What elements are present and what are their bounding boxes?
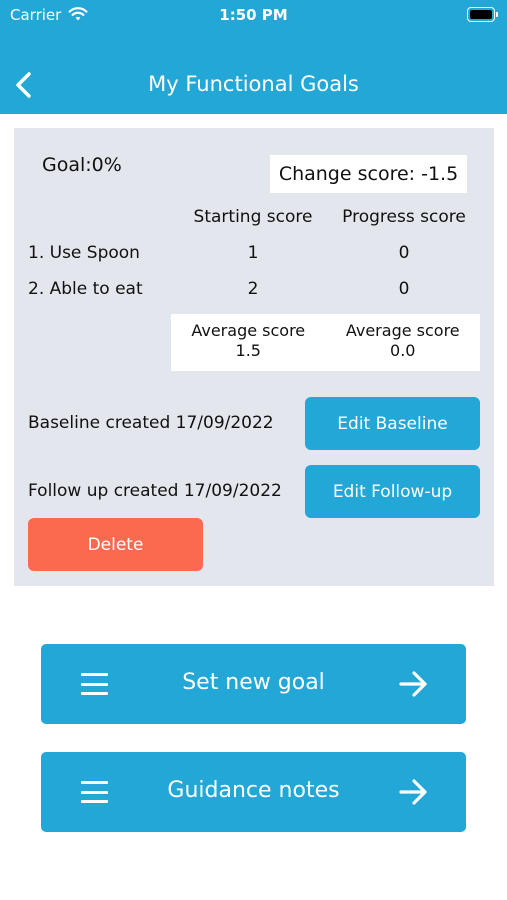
- goal-row-progress-score: 0: [398, 279, 410, 299]
- starting-average-label: Average score: [191, 321, 306, 340]
- progress-average: Average score 0.0: [326, 314, 481, 371]
- app-header: Carrier 1:50 PM My Functional Goals: [0, 0, 507, 114]
- page-title: My Functional Goals: [148, 72, 359, 96]
- starting-average: Average score 1.5: [171, 314, 326, 371]
- goal-row-starting-score: 2: [247, 279, 259, 299]
- baseline-created-label: Baseline created 17/09/2022: [28, 413, 274, 433]
- goal-row-label: 2. Able to eat: [28, 279, 143, 299]
- battery-icon: [467, 7, 498, 22]
- edit-baseline-button[interactable]: Edit Baseline: [305, 397, 480, 450]
- followup-created-label: Follow up created 17/09/2022: [28, 481, 282, 501]
- progress-average-label: Average score: [345, 321, 460, 340]
- goal-percentage: Goal:0%: [42, 154, 122, 176]
- goal-row-label: 1. Use Spoon: [28, 243, 140, 263]
- progress-score-header: Progress score: [342, 207, 466, 227]
- change-score-badge: Change score: -1.5: [270, 155, 467, 193]
- progress-average-value: 0.0: [390, 341, 416, 360]
- goal-row-starting-score: 1: [247, 243, 259, 263]
- set-new-goal-button[interactable]: Set new goal: [41, 644, 466, 724]
- status-bar: Carrier 1:50 PM: [0, 0, 507, 32]
- arrow-right-icon: [399, 779, 427, 805]
- starting-score-header: Starting score: [193, 207, 313, 227]
- edit-followup-button[interactable]: Edit Follow-up: [305, 465, 480, 518]
- arrow-right-icon: [399, 671, 427, 697]
- status-time: 1:50 PM: [219, 6, 288, 24]
- average-scores-box: Average score 1.5 Average score 0.0: [171, 314, 480, 371]
- guidance-notes-button[interactable]: Guidance notes: [41, 752, 466, 832]
- starting-average-value: 1.5: [235, 341, 261, 360]
- goal-summary-card: Goal:0% Change score: -1.5 Starting scor…: [14, 128, 494, 586]
- delete-button[interactable]: Delete: [28, 518, 203, 571]
- goal-row-progress-score: 0: [398, 243, 410, 263]
